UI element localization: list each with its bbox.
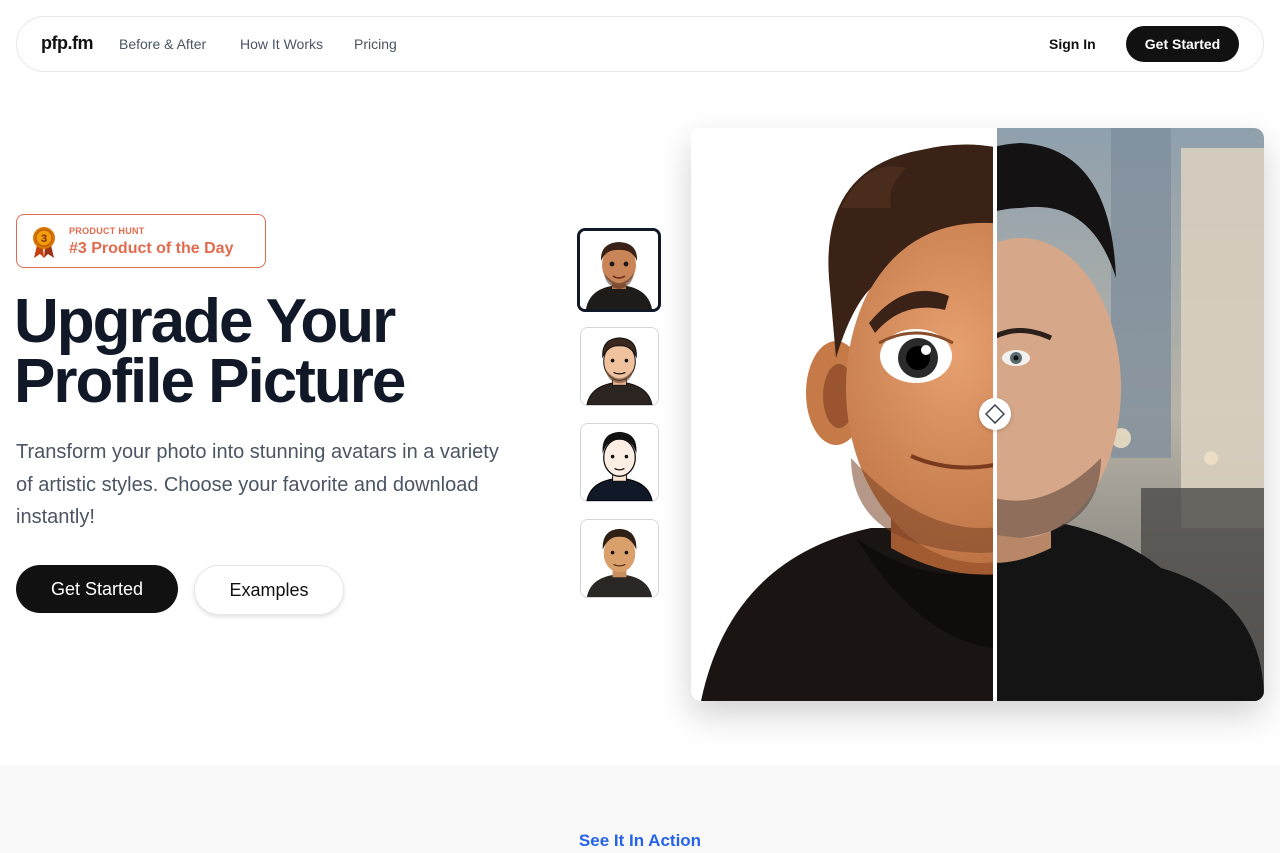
see-it-in-action-section: See It In Action [0,765,1280,853]
avatar-3d-image [580,231,658,309]
before-after-comparison[interactable] [691,128,1264,701]
style-thumbnail-illustrated[interactable] [580,327,659,406]
sign-in-link[interactable]: Sign In [1049,36,1096,52]
medal-icon: 3 [33,227,55,258]
headline-line-2: Profile Picture [14,347,406,416]
nav-link-how-it-works[interactable]: How It Works [240,36,323,52]
diamond-icon [985,404,1005,424]
style-thumbnail-line-art[interactable] [580,423,659,502]
avatar-line-art-image [581,424,658,501]
comparison-image [691,128,1264,701]
avatar-flat-image [581,520,658,597]
comparison-slider-handle[interactable] [979,398,1011,430]
badge-kicker: PRODUCT HUNT [69,226,145,236]
top-navigation: pfp.fm Before & After How It Works Prici… [16,16,1264,72]
product-hunt-badge[interactable]: 3 PRODUCT HUNT #3 Product of the Day [16,214,266,268]
headline-line-1: Upgrade Your [14,287,396,356]
style-thumbnail-flat[interactable] [580,519,659,598]
examples-button[interactable]: Examples [194,565,344,615]
nav-link-before-after[interactable]: Before & After [119,36,206,52]
hero-subheading: Transform your photo into stunning avata… [16,441,499,528]
get-started-button[interactable]: Get Started [16,565,178,613]
medal-number: 3 [41,233,47,245]
style-thumbnail-3d[interactable] [577,228,661,312]
section-kicker: See It In Action [578,831,702,850]
badge-title: #3 Product of the Day [69,240,234,257]
page-title: Upgrade Your Profile Picture [14,291,534,413]
avatar-illustrated-image [581,328,658,405]
logo[interactable]: pfp.fm [41,33,93,54]
nav-link-pricing[interactable]: Pricing [354,36,397,52]
nav-get-started-button[interactable]: Get Started [1126,26,1239,62]
